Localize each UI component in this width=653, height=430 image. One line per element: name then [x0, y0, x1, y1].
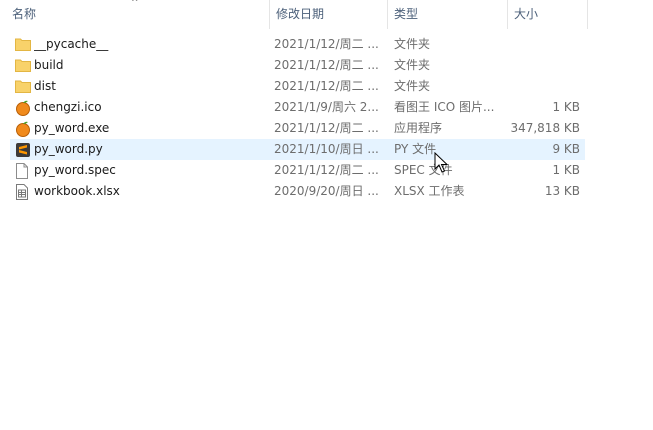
file-size: 13 KB	[544, 184, 580, 198]
sort-ascending-icon: ^	[131, 0, 139, 8]
file-size	[509, 55, 580, 76]
file-row[interactable]: build 2021/1/12/周二 ... 文件夹	[10, 55, 585, 76]
file-name: py_word.spec	[34, 163, 116, 177]
column-header-size-label: 大小	[514, 7, 539, 21]
file-row[interactable]: __pycache__ 2021/1/12/周二 ... 文件夹	[10, 34, 585, 55]
file-type: 文件夹	[394, 37, 431, 51]
file-type: XLSX 工作表	[394, 184, 465, 198]
file-type: 文件夹	[394, 58, 431, 72]
folder-icon	[14, 55, 32, 76]
mouse-cursor-icon	[434, 152, 449, 173]
file-date: 2020/9/20/周日 ...	[274, 184, 379, 198]
file-type: 文件夹	[394, 79, 431, 93]
file-list: __pycache__ 2021/1/12/周二 ... 文件夹 build 2…	[10, 34, 585, 202]
file-name: py_word.exe	[34, 121, 110, 135]
file-name: __pycache__	[34, 37, 109, 51]
file-name: dist	[34, 79, 56, 93]
file-name: chengzi.ico	[34, 100, 102, 114]
file-size: 1 KB	[552, 163, 580, 177]
file-size	[509, 76, 580, 97]
sublime-text-icon	[14, 139, 32, 160]
file-row-selected[interactable]: py_word.py 2021/1/10/周日 ... PY 文件 9 KB	[10, 139, 585, 160]
file-size: 9 KB	[552, 142, 580, 156]
column-header-type-label: 类型	[394, 7, 419, 21]
folder-icon	[14, 76, 32, 97]
file-type: 看图王 ICO 图片...	[394, 100, 495, 114]
file-size	[509, 34, 580, 55]
file-date: 2021/1/12/周二 ...	[274, 163, 379, 177]
column-header-bar: 名称 ^ 修改日期 类型 大小	[0, 0, 590, 29]
blank-file-icon	[14, 160, 32, 181]
column-header-type[interactable]: 类型	[388, 0, 508, 29]
file-row[interactable]: py_word.exe 2021/1/12/周二 ... 应用程序 347,81…	[10, 118, 585, 139]
file-date: 2021/1/12/周二 ...	[274, 121, 379, 135]
file-date: 2021/1/9/周六 2...	[274, 100, 379, 114]
file-row[interactable]: dist 2021/1/12/周二 ... 文件夹	[10, 76, 585, 97]
column-header-name-label: 名称	[12, 7, 37, 21]
orange-icon	[14, 97, 32, 118]
file-date: 2021/1/12/周二 ...	[274, 58, 379, 72]
folder-icon	[14, 34, 32, 55]
spreadsheet-icon	[14, 181, 32, 202]
column-header-name[interactable]: 名称 ^	[0, 0, 270, 29]
column-header-date-label: 修改日期	[276, 7, 325, 21]
file-date: 2021/1/10/周日 ...	[274, 142, 379, 156]
file-date: 2021/1/12/周二 ...	[274, 79, 379, 93]
column-header-size[interactable]: 大小	[508, 0, 588, 29]
file-type: SPEC 文件	[394, 163, 453, 177]
file-row[interactable]: py_word.spec 2021/1/12/周二 ... SPEC 文件 1 …	[10, 160, 585, 181]
file-row[interactable]: workbook.xlsx 2020/9/20/周日 ... XLSX 工作表 …	[10, 181, 585, 202]
column-header-date[interactable]: 修改日期	[270, 0, 388, 29]
file-explorer: 名称 ^ 修改日期 类型 大小 __pycache__ 2021/1/12/周二…	[0, 0, 653, 430]
file-name: build	[34, 58, 64, 72]
file-name: py_word.py	[34, 142, 103, 156]
file-type: 应用程序	[394, 121, 443, 135]
file-date: 2021/1/12/周二 ...	[274, 37, 379, 51]
file-type: PY 文件	[394, 142, 437, 156]
orange-icon	[14, 118, 32, 139]
file-size: 1 KB	[552, 100, 580, 114]
file-row[interactable]: chengzi.ico 2021/1/9/周六 2... 看图王 ICO 图片.…	[10, 97, 585, 118]
file-name: workbook.xlsx	[34, 184, 120, 198]
file-size: 347,818 KB	[510, 121, 580, 135]
